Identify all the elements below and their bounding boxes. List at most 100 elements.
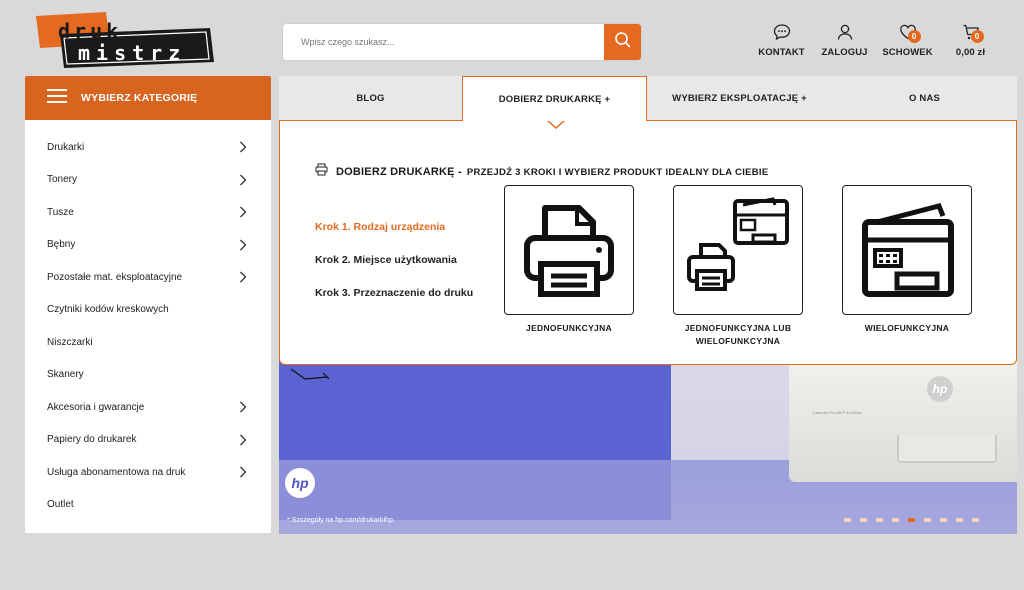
slider-dot[interactable] [956,518,963,522]
search-button[interactable] [604,24,641,60]
slider-dot[interactable] [972,518,979,522]
logo-text-bottom: mistrz [78,41,186,65]
nav-wybierz-eksploatacje[interactable]: WYBIERZ EKSPLOATACJĘ + [647,76,832,120]
category-item-skanery[interactable]: Skanery [25,359,271,392]
category-menu-button[interactable]: WYBIERZ KATEGORIĘ [25,76,271,120]
cart-total: 0,00 zł [955,47,986,58]
chevron-right-icon [239,206,247,221]
main-nav: BLOG DOBIERZ DRUKARKĘ + WYBIERZ EKSPLOAT… [279,76,1017,121]
logo[interactable]: druk mistrz [34,12,216,74]
cart-badge: 0 [970,30,984,43]
printer-icon [315,163,328,181]
option-caption: JEDNOFUNKCYJNA LUB WIELOFUNKCYJNA [684,323,792,346]
category-item-tusze[interactable]: Tusze [25,196,271,229]
category-label: Tusze [47,206,74,218]
category-item-czytniki[interactable]: Czytniki kodów kreskowych [25,294,271,327]
chevron-right-icon [239,174,247,189]
chat-icon [773,22,791,42]
category-list: Drukarki Tonery Tusze Bębny Pozostałe ma… [25,120,271,533]
kontakt-label: KONTAKT [758,47,805,58]
category-item-akcesoria[interactable]: Akcesoria i gwarancje [25,391,271,424]
category-label: Papiery do drukarek [47,434,137,446]
user-icon [836,22,854,42]
category-label: Niszczarki [47,336,93,348]
chevron-right-icon [239,401,247,416]
schowek-badge: 0 [907,30,921,43]
step-3[interactable]: Krok 3. Przeznaczenie do druku [315,287,473,320]
single-function-printer-icon [524,205,614,297]
printer-finder-title: DOBIERZ DRUKARKĘ - PRZEJDŹ 3 KROKI I WYB… [315,163,769,181]
site-header: druk mistrz KONTAKT ZALOGUJ 0 [0,0,1024,72]
step-2[interactable]: Krok 2. Miejsce użytkowania [315,254,473,287]
printer-image: hp LaserJet Pro MFP 4102fdw [789,350,1017,482]
category-label: Tonery [47,174,78,186]
printer-finder-subheading: PRZEJDŹ 3 KROKI I WYBIERZ PRODUKT IDEALN… [466,166,769,178]
slider-dot[interactable] [924,518,931,522]
slider-dot[interactable] [860,518,867,522]
nav-blog[interactable]: BLOG [279,76,462,120]
category-label: Skanery [47,369,84,381]
printer-tray [897,435,997,463]
search-icon [614,31,632,54]
slider-dot[interactable] [940,518,947,522]
banner-disclaimer: * Szczegóły na hp.com/drukarkihp. [287,517,395,524]
banner-blue-footer [279,460,671,520]
category-label: Pozostałe mat. eksploatacyjne [47,271,183,283]
slider-dot[interactable] [876,518,883,522]
banner-sketch [290,368,330,380]
option-wielofunkcyjna[interactable]: WIELOFUNKCYJNA [842,185,972,335]
slider-dot[interactable] [844,518,851,522]
slider-dot[interactable] [892,518,899,522]
option-jednofunkcyjna[interactable]: JEDNOFUNKCYJNA [504,185,634,335]
category-label: Akcesoria i gwarancje [47,401,145,413]
category-item-outlet[interactable]: Outlet [25,489,271,522]
hp-logo: hp [285,468,315,498]
header-actions: KONTAKT ZALOGUJ 0 SCHOWEK 0 0,00 zł [750,22,1002,64]
page-footer-area [0,550,1024,590]
schowek-label: SCHOWEK [882,47,933,58]
chevron-right-icon [239,141,247,156]
logo-text-top: druk [58,19,122,43]
category-item-bebny[interactable]: Bębny [25,229,271,262]
hamburger-icon [47,88,67,108]
category-menu-label: WYBIERZ KATEGORIĘ [81,92,198,104]
slider-dots [844,518,979,522]
category-item-tonery[interactable]: Tonery [25,164,271,197]
category-item-papiery[interactable]: Papiery do drukarek [25,424,271,457]
zaloguj-link[interactable]: ZALOGUJ [813,22,876,64]
nav-o-nas[interactable]: O NAS [832,76,1017,120]
cart-icon: 0 [962,22,984,43]
category-item-niszczarki[interactable]: Niszczarki [25,326,271,359]
schowek-link[interactable]: 0 SCHOWEK [876,22,939,64]
finder-steps: Krok 1. Rodzaj urządzenia Krok 2. Miejsc… [315,221,473,320]
search-input[interactable] [283,24,605,60]
category-label: Bębny [47,239,76,251]
chevron-right-icon [239,271,247,286]
option-caption: WIELOFUNKCYJNA [864,323,950,333]
category-label: Drukarki [47,141,85,153]
category-label: Usługa abonamentowa na druk [47,466,186,478]
option-caption: JEDNOFUNKCYJNA [526,323,612,333]
printer-hp-logo: hp [927,376,953,402]
category-item-drukarki[interactable]: Drukarki [25,131,271,164]
multifunction-printer-icon [862,203,954,297]
chevron-right-icon [239,466,247,481]
category-label: Outlet [47,499,74,511]
step-1[interactable]: Krok 1. Rodzaj urządzenia [315,221,473,254]
zaloguj-label: ZALOGUJ [821,47,868,58]
heart-icon: 0 [899,22,921,43]
chevron-right-icon [239,434,247,449]
search-bar [282,23,642,61]
single-or-multifunction-printer-icon [687,197,789,291]
cart-link[interactable]: 0 0,00 zł [939,22,1002,64]
printer-finder-dropdown: DOBIERZ DRUKARKĘ - PRZEJDŹ 3 KROKI I WYB… [279,120,1017,365]
category-label: Czytniki kodów kreskowych [47,304,169,316]
category-item-pozostale[interactable]: Pozostałe mat. eksploatacyjne [25,261,271,294]
nav-dobierz-drukarke[interactable]: DOBIERZ DRUKARKĘ + [462,76,647,121]
kontakt-link[interactable]: KONTAKT [750,22,813,64]
slider-dot-active[interactable] [908,518,915,522]
chevron-right-icon [239,239,247,254]
category-item-usluga[interactable]: Usługa abonamentowa na druk [25,456,271,489]
printer-model-label: LaserJet Pro MFP 4102fdw [813,410,862,415]
option-jednofunkcyjna-lub-wielofunkcyjna[interactable]: JEDNOFUNKCYJNA LUB WIELOFUNKCYJNA [673,185,803,348]
